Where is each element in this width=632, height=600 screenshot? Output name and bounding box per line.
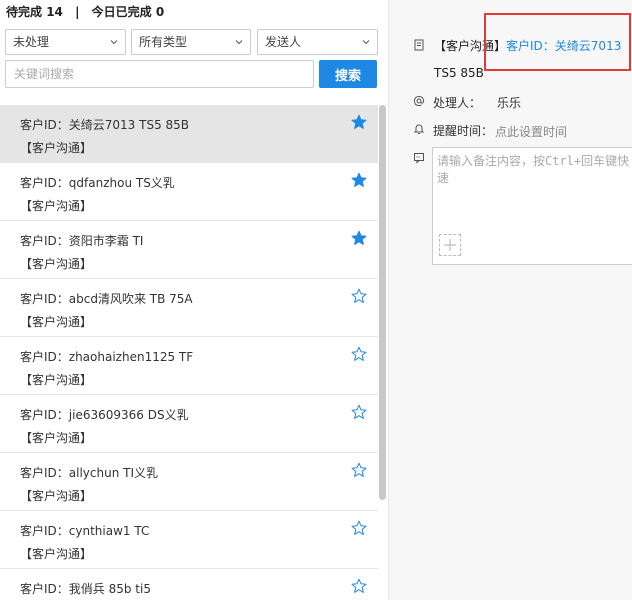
type-filter-value: 所有类型 (139, 35, 188, 49)
handler-value: 乐乐 (497, 96, 522, 110)
task-detail-pane: 【客户沟通】客户ID：关绮云7013 TS5 85B 处理人： 乐乐 提醒时间：… (389, 0, 632, 600)
list-scrollbar[interactable] (379, 105, 386, 500)
list-item[interactable]: 客户ID：allychun TI义乳 【客户沟通】 (0, 453, 378, 511)
remind-time-label: 提醒时间： (433, 124, 494, 138)
note-textarea[interactable] (433, 148, 632, 228)
list-item-title: 客户ID：allychun TI义乳 (20, 466, 159, 480)
done-today-count: 0 (155, 5, 165, 19)
at-icon (413, 95, 425, 107)
list-item[interactable]: 客户ID：关绮云7013 TS5 85B 【客户沟通】 (0, 105, 378, 163)
list-item-tag: 【客户沟通】 (20, 431, 93, 445)
star-outline-icon[interactable] (351, 404, 367, 420)
chevron-down-icon (110, 40, 118, 45)
chevron-down-icon (235, 40, 243, 45)
list-item-title: 客户ID：资阳市李霜 TI (20, 234, 144, 248)
star-filled-icon[interactable] (351, 230, 367, 246)
list-item-tag: 【客户沟通】 (20, 257, 93, 271)
list-item-title: 客户ID：我俏兵 85b ti5 (20, 582, 151, 596)
list-item-title: 客户ID：关绮云7013 TS5 85B (20, 118, 190, 132)
list-item-tag: 【客户沟通】 (20, 141, 93, 155)
chevron-down-icon (362, 40, 370, 45)
star-outline-icon[interactable] (351, 578, 367, 594)
list-item[interactable]: 客户ID：zhaohaizhen1125 TF 【客户沟通】 (0, 337, 378, 395)
list-item[interactable]: 客户ID：qdfanzhou TS义乳 【客户沟通】 (0, 163, 378, 221)
status-filter-value: 未处理 (13, 35, 50, 49)
star-outline-icon[interactable] (351, 462, 367, 478)
list-item-title: 客户ID：zhaohaizhen1125 TF (20, 350, 194, 364)
bell-icon (413, 124, 425, 134)
document-icon (414, 39, 424, 51)
plus-icon (444, 239, 456, 251)
search-button[interactable]: 搜索 (319, 60, 377, 88)
stats-separator: | (75, 5, 80, 19)
keyword-search-input[interactable] (5, 60, 314, 88)
list-item[interactable]: 客户ID：abcd清风吹来 TB 75A 【客户沟通】 (0, 279, 378, 337)
star-outline-icon[interactable] (351, 288, 367, 304)
star-outline-icon[interactable] (351, 520, 367, 536)
star-outline-icon[interactable] (351, 346, 367, 362)
list-item-title: 客户ID：qdfanzhou TS义乳 (20, 176, 175, 190)
highlight-annotation-box (484, 13, 631, 71)
set-remind-time-link[interactable]: 点此设置时间 (495, 123, 567, 140)
task-stats: 待完成 14 | 今日已完成 0 (6, 3, 164, 20)
list-item-title: 客户ID：jie63609366 DS义乳 (20, 408, 189, 422)
list-item-tag: 【客户沟通】 (20, 373, 93, 387)
comment-icon (414, 153, 424, 164)
list-item-title: 客户ID：abcd清风吹来 TB 75A (20, 292, 193, 306)
star-filled-icon[interactable] (351, 172, 367, 188)
list-item-title: 客户ID：cynthiaw1 TC (20, 524, 150, 538)
note-editor (432, 147, 632, 265)
detail-title-line2: TS5 85B (434, 66, 484, 80)
list-item[interactable]: 客户ID：jie63609366 DS义乳 【客户沟通】 (0, 395, 378, 453)
star-filled-icon[interactable] (351, 114, 367, 130)
list-item[interactable]: 客户ID：我俏兵 85b ti5【客户沟通】 (0, 569, 378, 600)
sender-filter-select[interactable]: 发送人 (257, 29, 378, 55)
sender-filter-value: 发送人 (265, 35, 302, 49)
status-filter-select[interactable]: 未处理 (5, 29, 126, 55)
list-item[interactable]: 客户ID：cynthiaw1 TC 【客户沟通】 (0, 511, 378, 569)
done-today-label: 今日已完成 (91, 5, 152, 19)
task-list: 客户ID：关绮云7013 TS5 85B 【客户沟通】 客户ID：qdfanzhou… (0, 105, 388, 600)
add-attachment-button[interactable] (439, 234, 461, 256)
list-item-tag: 【客户沟通】 (20, 489, 93, 503)
handler-label: 处理人： (433, 96, 482, 110)
task-list-pane: 待完成 14 | 今日已完成 0 未处理 所有类型 发送人 搜索 客户ID：关绮… (0, 0, 388, 600)
pending-count: 14 (46, 5, 63, 19)
pending-label: 待完成 (6, 5, 43, 19)
list-item-tag: 【客户沟通】 (20, 199, 93, 213)
list-item-tag: 【客户沟通】 (20, 315, 93, 329)
type-filter-select[interactable]: 所有类型 (131, 29, 251, 55)
list-item[interactable]: 客户ID：资阳市李霜 TI 【客户沟通】 (0, 221, 378, 279)
list-item-tag: 【客户沟通】 (20, 547, 93, 561)
